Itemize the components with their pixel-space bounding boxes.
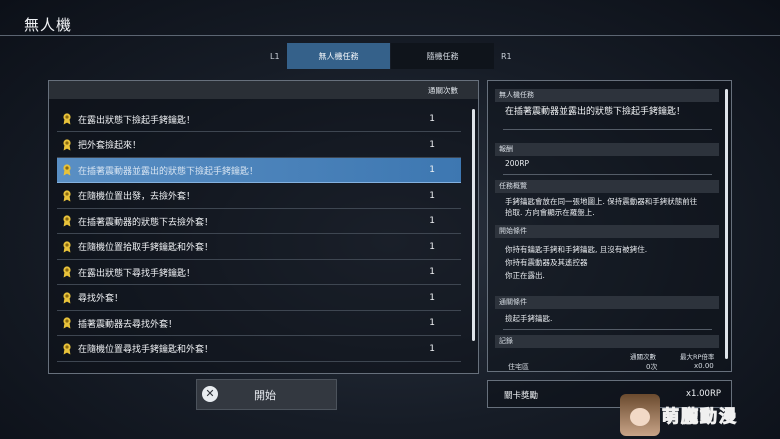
clear-count-column-header: 通關次數 [428,86,458,95]
stage-reward-label: 關卡獎勵 [504,391,539,401]
mission-row[interactable]: 在隨機位置尋找手銬鑰匙和外套！ 1 [57,337,461,362]
start-condition-line-1: 你持有鑰匙手銬和手銬鑰匙, 且沒有被銬住. [505,245,648,254]
overview-line-2: 拾取. 方向會顯示在羅盤上. [505,208,595,217]
mission-row[interactable]: 在插著震動器並露出的狀態下撿起手銬鑰匙！ 1 [57,158,461,183]
watermark-logo: 萌朧動漫 [612,392,778,438]
mission-name: 在隨機位置出發，去撿外套！ [78,192,196,202]
divider [503,174,712,175]
mission-clear-count: 1 [429,267,435,277]
record-clear-count-header: 通關次數 [630,353,656,361]
mission-clear-count: 1 [429,190,435,201]
start-condition-section-header: 開始條件 [495,225,719,238]
overview-section-header: 任務概覽 [495,180,719,193]
mission-row[interactable]: 在插著震動器的狀態下去撿外套！ 1 [57,209,461,234]
tab-drone-missions[interactable]: 無人機任務 [287,43,390,69]
start-button[interactable]: ✕ 開始 [196,379,337,410]
award-badge-icon [63,189,71,201]
mission-row[interactable]: 把外套撿起來！ 1 [57,133,461,158]
record-clear-count: 0次 [646,363,658,371]
l1-key-hint: L1 [270,52,280,61]
mission-clear-count: 1 [429,343,435,354]
record-max-rp: x0.00 [694,362,714,370]
award-badge-icon [63,342,71,354]
mission-row[interactable]: 在隨機位置出發，去撿外套！ 1 [57,184,461,209]
title-divider [0,35,780,36]
mission-clear-count: 1 [429,165,435,175]
record-area-label: 住宅區 [508,363,529,371]
reward-value: 200RP [505,159,530,168]
mission-clear-count: 1 [429,292,435,303]
award-badge-icon [63,113,71,125]
award-badge-icon [63,317,71,329]
award-badge-icon [63,138,71,150]
mission-clear-count: 1 [429,114,435,124]
mission-name: 在露出狀態下撿起手銬鑰匙！ [78,115,196,126]
award-badge-icon [63,240,71,252]
mission-name: 在隨機位置拾取手銬鑰匙和外套！ [78,243,214,253]
mission-name: 在插著震動器的狀態下去撿外套！ [78,217,214,228]
r1-key-hint: R1 [501,52,512,61]
reward-section-header: 報酬 [495,143,719,156]
award-badge-icon [63,291,71,303]
tab-random-missions[interactable]: 隨機任務 [391,43,494,69]
mission-name: 插著震動器去尋找外套！ [78,319,178,330]
mascot-image [620,394,660,436]
overview-line-1: 手銬鑰匙會放在同一張地圖上. 保持震動器和手銬狀態前往 [505,197,698,206]
start-button-label: 開始 [254,389,276,402]
mission-row[interactable]: 插著震動器去尋找外套！ 1 [57,311,461,336]
mission-name: 在插著震動器並露出的狀態下撿起手銬鑰匙！ [505,107,686,117]
record-max-rp-header: 最大RP倍率 [680,353,715,361]
divider [503,329,712,330]
mission-list-scrollbar[interactable] [472,109,475,341]
mission-name: 在隨機位置尋找手銬鑰匙和外套！ [78,345,214,355]
mission-clear-count: 1 [429,318,435,328]
mission-clear-count: 1 [429,139,435,150]
mission-name: 把外套撿起來！ [78,141,142,151]
mission-clear-count: 1 [429,216,435,226]
mission-list-header: 通關次數 [49,81,478,99]
mission-row[interactable]: 在露出狀態下尋找手銬鑰匙！ 1 [57,260,461,285]
mission-name: 尋找外套！ [78,294,124,304]
detail-scrollbar[interactable] [725,89,728,359]
clear-condition-value: 撿起手銬鑰匙. [505,314,553,323]
cross-button-icon: ✕ [202,386,218,402]
mission-list-panel: 通關次數 在露出狀態下撿起手銬鑰匙！ 1 把外套撿起來！ 1 在插著震動器並露出的狀態下… [48,80,479,374]
award-badge-icon [63,215,71,227]
watermark-text: 萌朧動漫 [662,407,738,428]
tab-bar: L1 無人機任務 隨機任務 R1 [266,43,522,69]
start-condition-line-2: 你持有震動器及其遙控器 [505,258,588,267]
clear-condition-section-header: 通關條件 [495,296,719,309]
award-badge-icon [63,266,71,278]
mission-row[interactable]: 在隨機位置拾取手銬鑰匙和外套！ 1 [57,235,461,260]
start-condition-line-3: 你正在露出. [505,271,545,280]
mission-name: 在插著震動器並露出的狀態下撿起手銬鑰匙！ [78,166,259,177]
mission-detail-panel: 無人機任務 在插著震動器並露出的狀態下撿起手銬鑰匙！ 報酬 200RP 任務概覽… [487,80,732,372]
mission-row[interactable]: 尋找外套！ 1 [57,286,461,311]
award-badge-icon [63,164,71,176]
mission-clear-count: 1 [429,241,435,252]
mission-row[interactable]: 在露出狀態下撿起手銬鑰匙！ 1 [57,107,461,132]
divider [503,129,712,130]
mission-name: 在露出狀態下尋找手銬鑰匙！ [78,268,196,279]
page-title: 無人機 [24,16,73,34]
top-bar: 無人機 [0,0,780,36]
mission-section-header: 無人機任務 [495,89,719,102]
record-section-header: 記錄 [495,335,719,348]
